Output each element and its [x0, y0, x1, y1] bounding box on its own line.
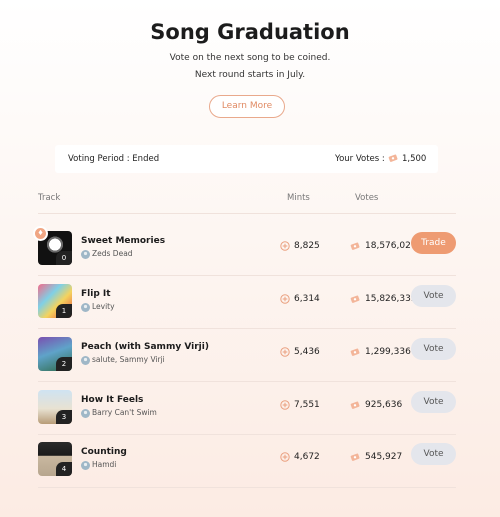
- table-row[interactable]: 3 How It Feels Barry Can't Swim 7,551 92…: [0, 385, 500, 437]
- page-title: Song Graduation: [150, 20, 350, 44]
- mint-coin-icon: [280, 294, 290, 304]
- row-divider: [38, 381, 456, 382]
- song-title: How It Feels: [81, 395, 144, 405]
- trade-button[interactable]: Trade: [411, 232, 456, 254]
- flame-badge-icon: ♦: [33, 226, 48, 241]
- votes-count: 18,576,02: [365, 241, 411, 251]
- mint-coin-icon: [280, 452, 290, 462]
- song-title: Peach (with Sammy Virji): [81, 342, 209, 352]
- column-header-track: Track: [38, 193, 61, 203]
- artist-name: Zeds Dead: [92, 249, 133, 258]
- vote-button[interactable]: Vote: [411, 338, 456, 360]
- artist-name: salute, Sammy Virji: [92, 355, 165, 364]
- voting-status-bar: Voting Period : Ended Your Votes : 1,500: [55, 145, 438, 173]
- artist-name: Hamdi: [92, 460, 117, 469]
- votes-count: 1,299,336: [365, 347, 411, 357]
- your-votes-value: 1,500: [402, 154, 427, 164]
- song-title: Counting: [81, 447, 127, 457]
- mints-count: 8,825: [294, 241, 320, 251]
- votes-count: 545,927: [365, 452, 403, 462]
- mint-coin-icon: [280, 400, 290, 410]
- artist-name: Barry Can't Swim: [92, 408, 157, 417]
- mint-coin-icon: [280, 347, 290, 357]
- vote-ticket-icon: [350, 295, 360, 303]
- votes-count: 15,826,339: [365, 294, 417, 304]
- vote-ticket-icon: [388, 154, 398, 162]
- vote-ticket-icon: [350, 242, 360, 250]
- rank-badge: 2: [56, 357, 72, 371]
- table-row[interactable]: 0 ♦ Sweet Memories Zeds Dead 8,825 18,57…: [0, 226, 500, 278]
- rank-badge: 1: [56, 304, 72, 318]
- artist-avatar-icon: [81, 356, 90, 365]
- vote-button[interactable]: Vote: [411, 391, 456, 413]
- subtitle-line-2: Next round starts in July.: [194, 70, 306, 80]
- learn-more-button[interactable]: Learn More: [209, 95, 285, 118]
- vote-button[interactable]: Vote: [411, 285, 456, 307]
- votes-count: 925,636: [365, 400, 403, 410]
- artist-avatar-icon: [81, 409, 90, 418]
- rank-badge: 0: [56, 251, 72, 265]
- header-divider: [38, 213, 456, 214]
- artist-avatar-icon: [81, 250, 90, 259]
- mints-count: 6,314: [294, 294, 320, 304]
- row-divider: [38, 275, 456, 276]
- row-divider: [38, 434, 456, 435]
- voting-period-text: Voting Period : Ended: [68, 154, 160, 164]
- vote-ticket-icon: [350, 453, 360, 461]
- artist-name: Levity: [92, 302, 115, 311]
- table-row[interactable]: 1 Flip It Levity 6,314 15,826,339 Vote: [0, 279, 500, 331]
- vote-ticket-icon: [350, 348, 360, 356]
- your-votes-label: Your Votes :: [335, 154, 385, 164]
- mints-count: 5,436: [294, 347, 320, 357]
- song-title: Sweet Memories: [81, 236, 166, 246]
- table-row[interactable]: 2 Peach (with Sammy Virji) salute, Sammy…: [0, 332, 500, 384]
- vote-ticket-icon: [350, 401, 360, 409]
- column-header-votes: Votes: [355, 193, 379, 203]
- rank-badge: 4: [56, 462, 72, 476]
- mints-count: 4,672: [294, 452, 320, 462]
- artist-avatar-icon: [81, 303, 90, 312]
- song-title: Flip It: [81, 289, 111, 299]
- vote-button[interactable]: Vote: [411, 443, 456, 465]
- mint-coin-icon: [280, 241, 290, 251]
- column-header-mints: Mints: [287, 193, 310, 203]
- subtitle-line-1: Vote on the next song to be coined.: [169, 53, 331, 63]
- artist-avatar-icon: [81, 461, 90, 470]
- mints-count: 7,551: [294, 400, 320, 410]
- row-divider: [38, 328, 456, 329]
- rank-badge: 3: [56, 410, 72, 424]
- row-divider: [38, 487, 456, 488]
- table-row[interactable]: 4 Counting Hamdi 4,672 545,927 Vote: [0, 437, 500, 489]
